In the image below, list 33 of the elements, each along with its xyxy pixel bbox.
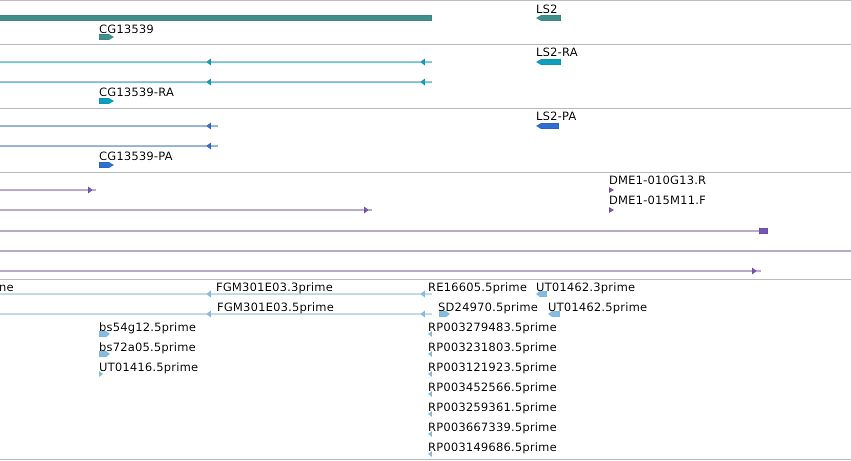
feature-label: bs72a05.5prime [99,340,196,354]
feature-glyph[interactable] [99,34,114,40]
feature-glyph[interactable] [536,123,559,129]
feature-label: CG13539 [99,22,154,36]
feature-label: RP003667339.5prime [428,420,557,434]
feature-label: UT01462.5prime [548,300,648,314]
feature-label: RP003149686.5prime [428,440,557,454]
feature-label: LS2-PA [536,109,576,123]
feature-label: CG13539-PA [99,149,173,163]
feature-label: LS2-RA [536,45,578,59]
feature-glyph[interactable] [536,59,561,65]
feature-label: LS2 [536,2,558,16]
feature-label: RP003259361.5prime [428,400,557,414]
feature-label: FGM301E03.5prime [217,300,334,314]
feature-label: RP003452566.5prime [428,380,557,394]
feature-label: RE16605.5prime [428,280,528,294]
feature-label: DME1-010G13.R [609,173,706,187]
feature-glyph[interactable] [609,187,614,193]
feature-label: RP003121923.5prime [428,360,557,374]
feature-label: CG13539-RA [99,85,174,99]
feature-glyph[interactable] [536,15,561,21]
feature-glyph[interactable] [609,207,614,213]
feature-label: UT01462.3prime [536,280,636,294]
feature-label: UT01416.5prime [99,360,198,374]
feature-label: SD24970.5prime [438,300,538,314]
feature-glyph[interactable] [99,98,114,104]
feature-label: RP003231803.5prime [428,340,557,354]
feature-glyph[interactable] [99,162,114,168]
feature-label: bs54g12.5prime [99,320,196,334]
feature-label: FGM301E03.3prime [216,280,333,294]
feature-label: RP003279483.5prime [428,320,557,334]
feature-label: ne [0,280,14,294]
feature-label: DME1-015M11.F [609,193,706,207]
